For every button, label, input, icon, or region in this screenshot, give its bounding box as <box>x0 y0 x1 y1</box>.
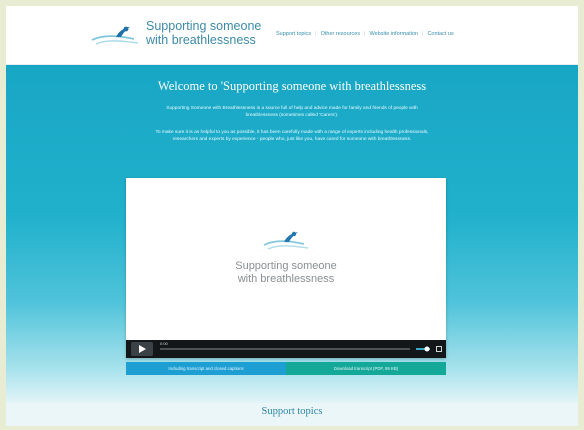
transcript-link[interactable]: Download transcript (PDF, 89 KB) <box>286 362 446 375</box>
captions-link[interactable]: Including transcript and closed captions <box>126 362 286 375</box>
browser-viewport: Supporting someone with breathlessness S… <box>6 6 578 426</box>
intro-paragraph-2: To make sure it is as helpful to you as … <box>155 130 429 142</box>
play-button[interactable] <box>131 342 153 356</box>
video-download-links: Including transcript and closed captions… <box>126 362 446 375</box>
support-topics-section: Support topics <box>6 403 578 426</box>
site-header: Supporting someone with breathlessness S… <box>6 6 578 65</box>
page-title: Welcome to 'Supporting someone with brea… <box>157 79 427 93</box>
video-title-line-1: Supporting someone <box>235 260 337 272</box>
brand-line-1: Supporting someone <box>146 19 262 33</box>
volume-icon[interactable] <box>416 345 434 353</box>
video-title-line-2: with breathlessness <box>237 273 335 285</box>
support-topics-heading: Support topics <box>261 406 323 417</box>
nav-contact-us[interactable]: Contact us <box>423 31 457 37</box>
fullscreen-icon[interactable] <box>436 346 442 352</box>
brand-line-2: with breathlessness <box>146 33 256 47</box>
hero-section: Welcome to 'Supporting someone with brea… <box>6 65 578 403</box>
video-controls: 0:00 <box>126 340 446 358</box>
main-nav: Support topics | Other resources | Websi… <box>272 31 458 37</box>
elapsed-time: 0:00 <box>160 341 168 346</box>
logo-icon[interactable] <box>88 22 148 50</box>
video-player[interactable]: Supporting someone with breathlessness 0… <box>126 178 446 358</box>
nav-other-resources[interactable]: Other resources <box>317 31 364 37</box>
video-logo-icon <box>263 231 309 250</box>
video-title: Supporting someone with breathlessness <box>126 260 446 286</box>
site-brand[interactable]: Supporting someone with breathlessness <box>146 19 276 47</box>
intro-paragraph: Supporting Someone with Breathlessness i… <box>166 106 418 118</box>
progress-bar[interactable] <box>160 348 410 350</box>
nav-support-topics[interactable]: Support topics <box>272 31 315 37</box>
nav-website-information[interactable]: Website information <box>365 31 422 37</box>
